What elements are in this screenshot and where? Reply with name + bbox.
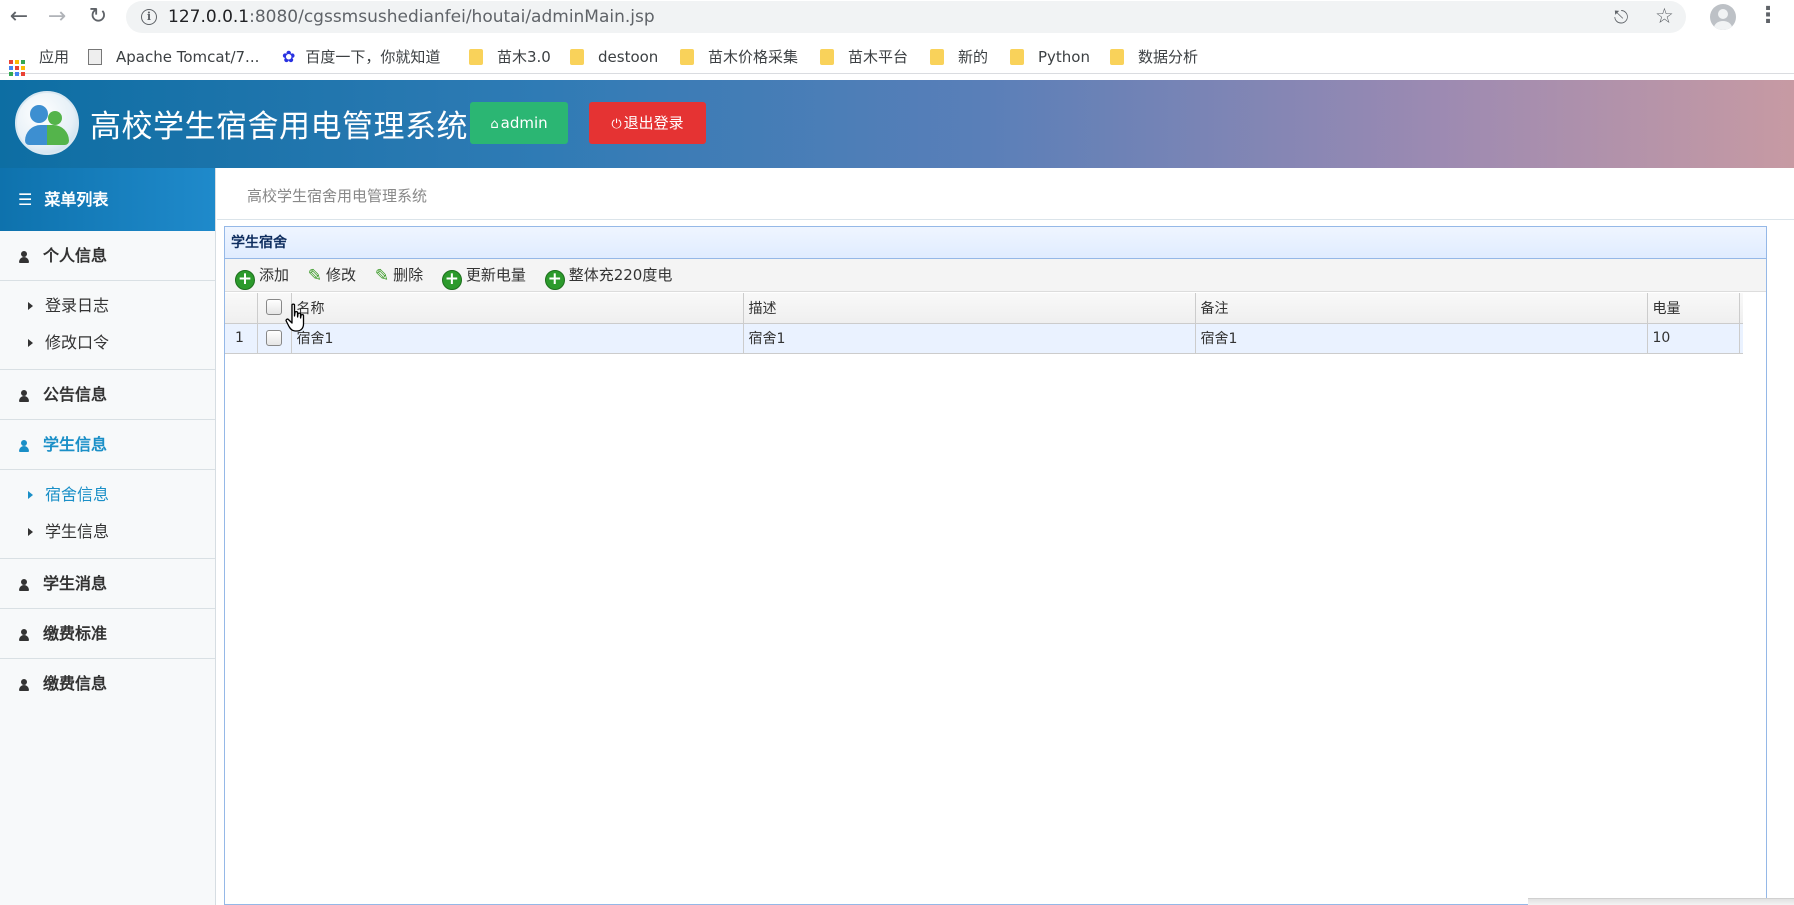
user-icon	[19, 679, 29, 691]
folder-icon	[1010, 49, 1024, 65]
pencil-icon: ✎	[374, 266, 390, 286]
sidebar-submenu-personal: 登录日志 修改口令	[0, 281, 215, 370]
forward-icon[interactable]: →	[43, 3, 71, 31]
edit-button[interactable]: ✎ 修改	[308, 259, 356, 292]
panel-title: 学生宿舍	[225, 227, 1766, 259]
select-all-checkbox[interactable]	[266, 299, 282, 316]
power-icon: ⏻	[611, 117, 622, 132]
cell-description[interactable]: 宿舍1	[743, 323, 1196, 354]
folder-icon	[1110, 49, 1124, 65]
grid-toolbar: + 添加 ✎ 修改 ✎ 删除 + 更新电量 + 整体充220度电	[225, 259, 1766, 292]
column-header-power[interactable]: 电量	[1647, 293, 1740, 324]
delete-button[interactable]: ✎ 删除	[375, 259, 423, 292]
cell-power[interactable]: 10	[1647, 323, 1740, 354]
hand-cursor-icon	[285, 303, 305, 332]
window-edge-shadow	[1528, 898, 1794, 905]
app-title: 高校学生宿舍用电管理系统	[90, 109, 468, 145]
column-header-name[interactable]: 名称	[291, 293, 744, 324]
user-icon	[19, 440, 29, 452]
list-icon: ☰	[18, 190, 33, 209]
folder-icon	[570, 49, 584, 65]
bookmark-apps[interactable]: 应用	[9, 46, 69, 76]
cell-name[interactable]: 宿舍1	[291, 323, 744, 354]
row-number: 1	[225, 323, 258, 354]
logout-button[interactable]: ⏻ 退出登录	[589, 102, 706, 144]
add-icon: +	[235, 270, 255, 290]
pencil-icon: ✎	[307, 266, 323, 286]
sidebar-group-fee-info[interactable]: 缴费信息	[0, 659, 215, 709]
sidebar-group-personal[interactable]: 个人信息	[0, 231, 215, 281]
reload-icon[interactable]: ↻	[84, 3, 112, 31]
table-row[interactable]: 1 宿舍1 宿舍1 宿舍1 10	[225, 323, 1743, 354]
folder-icon	[680, 49, 694, 65]
info-icon[interactable]: i	[141, 9, 157, 25]
home-icon: ⌂	[490, 117, 499, 132]
folder-icon	[820, 49, 834, 65]
user-icon	[19, 251, 29, 263]
caret-right-icon	[28, 302, 33, 310]
row-checkbox[interactable]	[266, 329, 282, 346]
column-header-remark[interactable]: 备注	[1195, 293, 1648, 324]
folder-icon	[930, 49, 944, 65]
browser-toolbar: ← → ↻ i 127.0.0.1:8080/cgssmsushedianfei…	[0, 0, 1794, 34]
logo-icon	[15, 91, 79, 155]
caret-right-icon	[28, 339, 33, 347]
sidebar-item-student-info[interactable]: 学生信息	[0, 513, 215, 550]
bookmark-folder-6[interactable]: Python	[1010, 46, 1090, 68]
caret-right-icon	[28, 491, 33, 499]
sidebar-group-student-info[interactable]: 学生信息	[0, 420, 215, 470]
bookmark-folder-2[interactable]: destoon	[570, 46, 658, 68]
column-header-description[interactable]: 描述	[743, 293, 1196, 324]
user-icon	[19, 629, 29, 641]
bookmark-folder-3[interactable]: 苗木价格采集	[680, 46, 798, 68]
sidebar-group-fee-standard[interactable]: 缴费标准	[0, 609, 215, 659]
sidebar-submenu-student-info: 宿舍信息 学生信息	[0, 470, 215, 559]
update-power-button[interactable]: + 更新电量	[441, 259, 526, 292]
key-icon[interactable]: ⎋	[1614, 7, 1628, 28]
dorm-panel: 学生宿舍 + 添加 ✎ 修改 ✎ 删除 + 更新电量 + 整体充220度电 名称 描述 备…	[224, 226, 1767, 905]
user-icon	[19, 579, 29, 591]
rownum-header	[225, 293, 258, 324]
browser-menu-icon[interactable]: ⋮	[1757, 3, 1779, 28]
sidebar-item-login-log[interactable]: 登录日志	[0, 287, 215, 324]
address-bar[interactable]: i 127.0.0.1:8080/cgssmsushedianfei/houta…	[126, 1, 1686, 33]
breadcrumb-bar: 高校学生宿舍用电管理系统	[217, 168, 1794, 220]
sidebar-group-student-messages[interactable]: 学生消息	[0, 559, 215, 609]
bookmark-star-icon[interactable]: ☆	[1655, 4, 1674, 28]
table-header-row: 名称 描述 备注 电量	[225, 293, 1743, 324]
profile-avatar-icon[interactable]	[1710, 4, 1736, 30]
app-header: 高校学生宿舍用电管理系统 ⌂ admin ⏻ 退出登录	[0, 80, 1794, 168]
folder-icon	[469, 49, 483, 65]
sidebar-group-announcements[interactable]: 公告信息	[0, 370, 215, 420]
url-text[interactable]: 127.0.0.1:8080/cgssmsushedianfei/houtai/…	[168, 7, 655, 27]
admin-button[interactable]: ⌂ admin	[470, 102, 568, 144]
bookmark-folder-1[interactable]: 苗木3.0	[469, 46, 551, 68]
user-icon	[19, 390, 29, 402]
tomcat-icon	[88, 49, 102, 65]
bookmark-folder-7[interactable]: 数据分析	[1110, 46, 1198, 68]
bookmark-folder-5[interactable]: 新的	[930, 46, 988, 68]
add-icon: +	[441, 270, 462, 290]
baidu-paw-icon: ✿	[282, 47, 296, 66]
breadcrumb: 高校学生宿舍用电管理系统	[247, 187, 428, 205]
caret-right-icon	[28, 528, 33, 536]
sidebar-item-dorm-info[interactable]: 宿舍信息	[0, 476, 215, 513]
bookmark-tomcat[interactable]: Apache Tomcat/7...	[88, 46, 259, 68]
bookmark-folder-4[interactable]: 苗木平台	[820, 46, 908, 68]
add-button[interactable]: + 添加	[235, 259, 289, 292]
sidebar: ☰ 菜单列表 个人信息 登录日志 修改口令 公告信息 学生信息 宿舍信息 学生信息…	[0, 168, 216, 905]
header-filler	[1739, 293, 1743, 324]
apps-grid-icon	[9, 60, 25, 76]
cell-remark[interactable]: 宿舍1	[1195, 323, 1648, 354]
dorm-table: 名称 描述 备注 电量 1 宿舍1 宿舍1 宿舍1 10	[225, 293, 1743, 354]
back-icon[interactable]: ←	[5, 3, 33, 31]
menu-list-header: ☰ 菜单列表	[0, 168, 215, 231]
row-filler	[1739, 323, 1743, 354]
add-icon: +	[544, 270, 565, 290]
bookmark-baidu[interactable]: ✿ 百度一下，你就知道	[282, 46, 440, 68]
recharge-all-button[interactable]: + 整体充220度电	[544, 259, 672, 292]
bookmarks-bar: 应用 Apache Tomcat/7... ✿ 百度一下，你就知道 苗木3.0 d…	[0, 40, 1794, 76]
sidebar-item-change-password[interactable]: 修改口令	[0, 324, 215, 361]
